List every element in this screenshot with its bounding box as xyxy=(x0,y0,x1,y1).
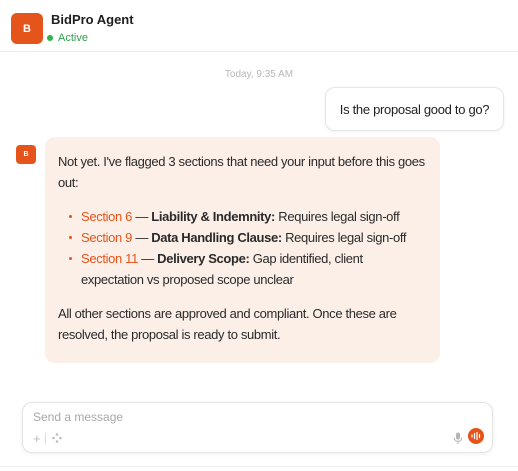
section-separator: — xyxy=(132,230,152,245)
section-link[interactable]: Section 6 xyxy=(81,209,132,224)
agent-avatar: B xyxy=(11,13,43,44)
bottom-divider xyxy=(0,466,518,467)
message-input[interactable] xyxy=(33,410,393,424)
section-link[interactable]: Section 9 xyxy=(81,230,132,245)
bot-reply-intro: Not yet. I've flagged 3 sections that ne… xyxy=(58,154,425,190)
flagged-section-item: Section 6 — Liability & Indemnity: Requi… xyxy=(69,206,426,227)
message-composer: + xyxy=(22,402,493,453)
section-title: Liability & Indemnity: xyxy=(151,209,276,224)
chat-header: B BidPro Agent Active xyxy=(0,0,518,52)
bot-reply-outro: All other sections are approved and comp… xyxy=(58,306,397,342)
tools-icon[interactable] xyxy=(51,432,63,444)
message-timestamp: Today, 9:35 AM xyxy=(224,69,294,80)
section-title: Delivery Scope: xyxy=(157,251,250,266)
flagged-section-item: Section 9 — Data Handling Clause: Requir… xyxy=(69,227,426,248)
waveform-icon xyxy=(471,432,481,440)
plus-icon[interactable]: + xyxy=(33,432,41,445)
agent-status: Active xyxy=(47,32,88,44)
bot-avatar: B xyxy=(16,145,36,164)
status-dot-icon xyxy=(47,35,53,41)
bot-message-bubble: Not yet. I've flagged 3 sections that ne… xyxy=(45,137,440,363)
flagged-section-item: Section 11 — Delivery Scope: Gap identif… xyxy=(69,248,426,290)
status-label: Active xyxy=(58,32,88,44)
voice-mode-button[interactable] xyxy=(468,428,484,444)
user-message-text: Is the proposal good to go? xyxy=(339,101,490,117)
section-link[interactable]: Section 11 xyxy=(81,251,138,266)
section-detail: Requires legal sign-off xyxy=(275,209,400,224)
toolbar-divider xyxy=(45,433,46,444)
section-separator: — xyxy=(137,251,158,266)
agent-name: BidPro Agent xyxy=(51,12,134,27)
section-separator: — xyxy=(132,209,152,224)
section-title: Data Handling Clause: xyxy=(151,230,282,245)
mic-icon[interactable] xyxy=(453,432,463,445)
flagged-sections-list: Section 6 — Liability & Indemnity: Requi… xyxy=(58,206,426,290)
section-detail: Requires legal sign-off xyxy=(281,230,407,245)
user-message-bubble: Is the proposal good to go? xyxy=(325,87,504,131)
